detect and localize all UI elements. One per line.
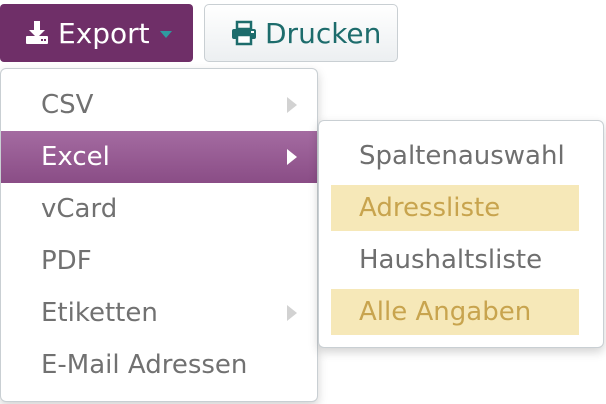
submenu-item-label: Adressliste [359,193,501,223]
download-icon [22,18,52,48]
menu-item-email-addresses[interactable]: E-Mail Adressen [1,339,317,391]
menu-item-excel[interactable]: Excel [1,131,317,183]
submenu-item-address-list[interactable]: Adressliste [331,185,579,231]
menu-item-vcard[interactable]: vCard [1,183,317,235]
menu-item-label: vCard [41,194,118,224]
menu-item-label: PDF [41,246,92,276]
chevron-right-icon [287,97,297,113]
menu-item-label: Etiketten [41,298,158,328]
export-button[interactable]: Export [0,4,193,62]
submenu-item-label: Alle Angaben [359,297,532,327]
menu-item-label: CSV [41,90,94,120]
print-button[interactable]: Drucken [204,4,398,62]
submenu-item-all-details[interactable]: Alle Angaben [331,289,579,335]
chevron-right-icon [287,305,297,321]
export-button-label: Export [58,16,150,50]
menu-item-csv[interactable]: CSV [1,79,317,131]
printer-icon [229,19,259,47]
submenu-item-label: Haushaltsliste [359,245,543,275]
submenu-item-column-selection[interactable]: Spaltenauswahl [331,133,579,179]
print-button-label: Drucken [265,16,382,50]
export-dropdown-menu: CSV Excel vCard PDF Etiketten E-Mail Adr… [0,68,318,402]
chevron-down-icon [159,30,172,38]
export-toolbar-screen: Export Drucken CSV Excel vCard PDF Etike… [0,0,606,404]
menu-item-label: E-Mail Adressen [41,350,248,380]
menu-item-etiketten[interactable]: Etiketten [1,287,317,339]
submenu-item-household-list[interactable]: Haushaltsliste [331,237,579,283]
menu-item-label: Excel [41,142,110,172]
menu-item-pdf[interactable]: PDF [1,235,317,287]
chevron-right-icon [287,149,297,165]
excel-submenu: Spaltenauswahl Adressliste Haushaltslist… [318,120,604,348]
submenu-item-label: Spaltenauswahl [359,141,565,171]
